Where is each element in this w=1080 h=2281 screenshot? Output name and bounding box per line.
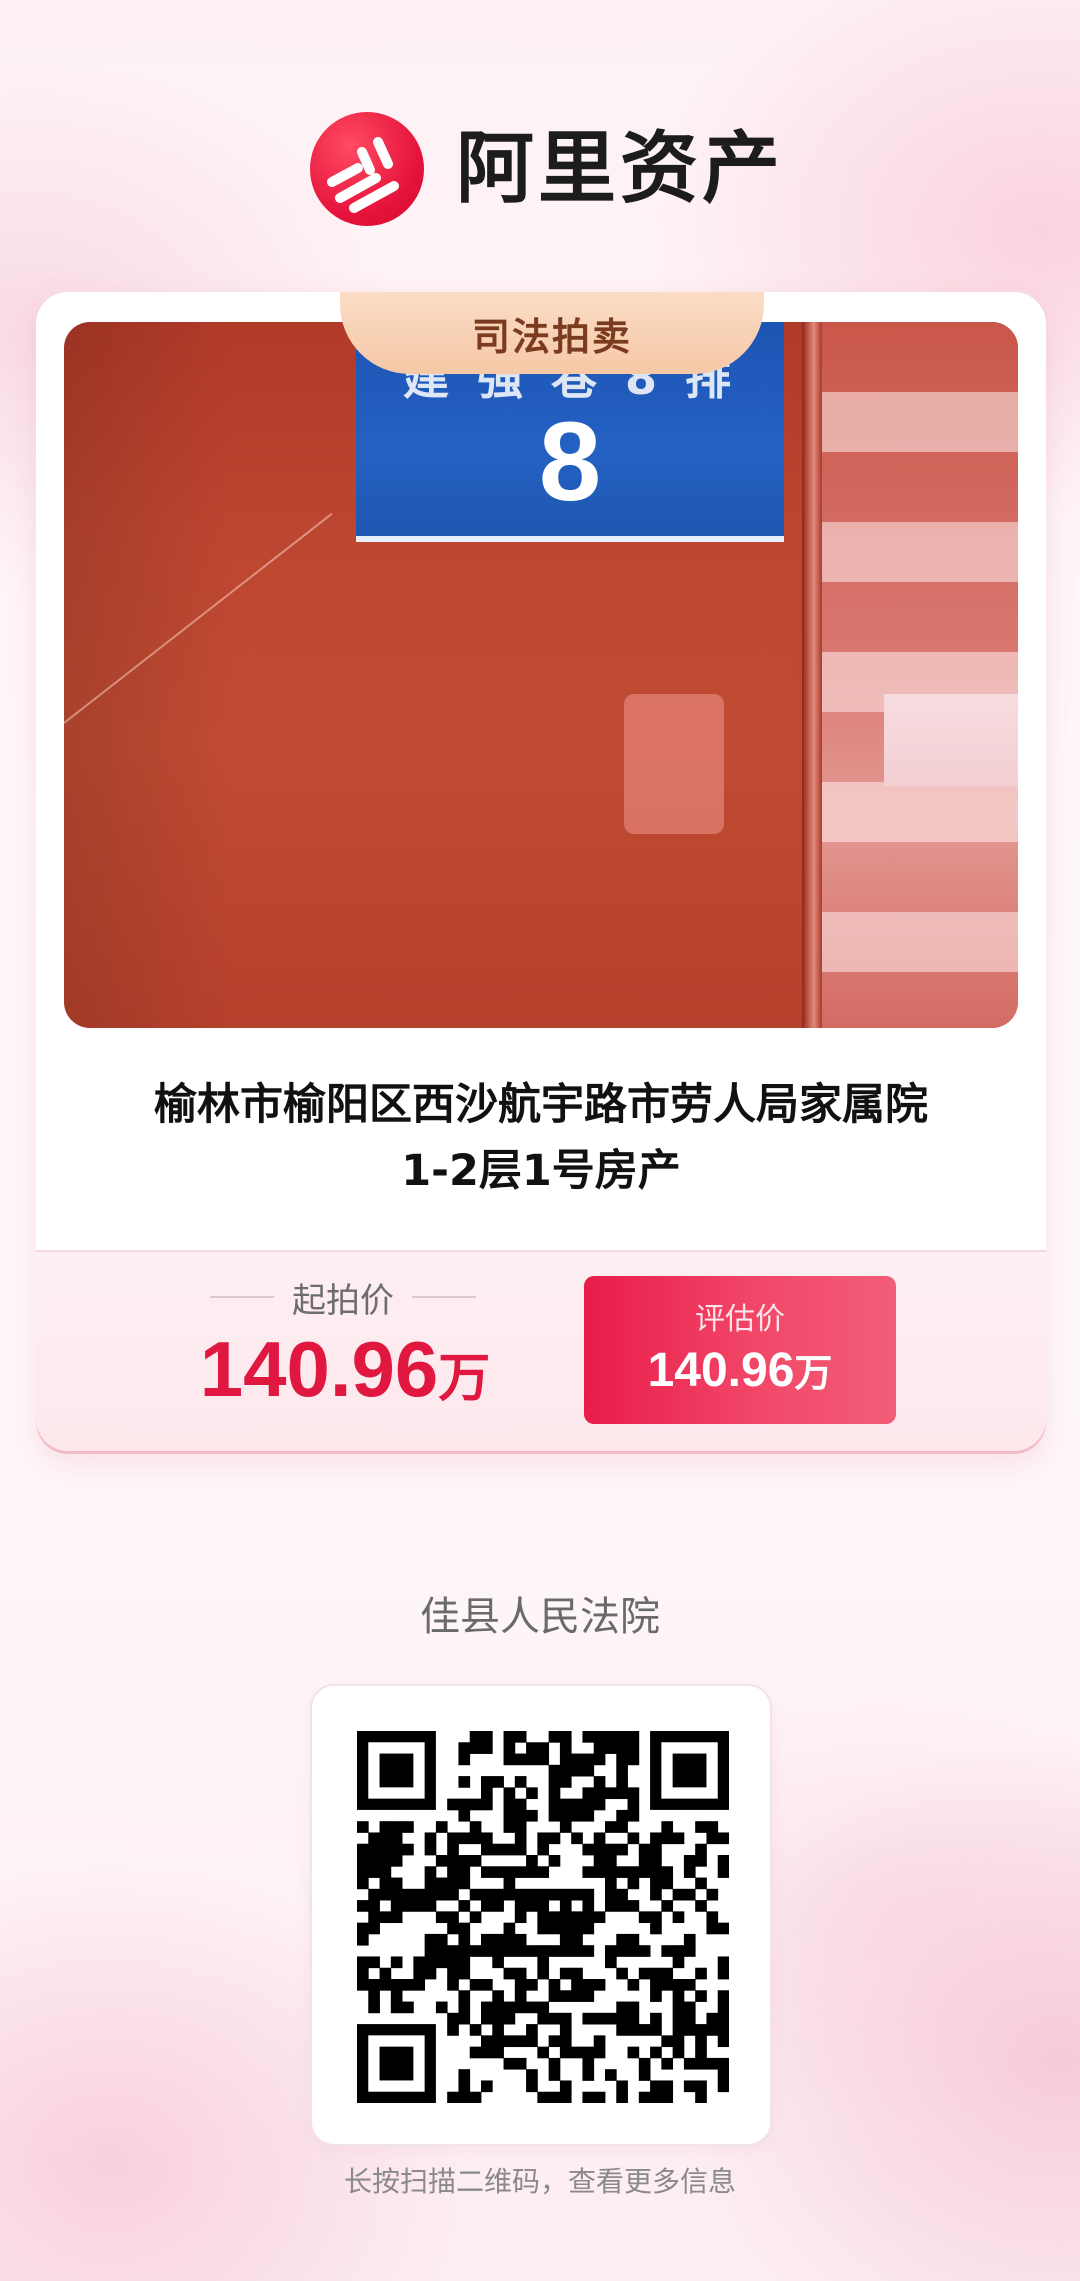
- appraisal-price-label: 评估价: [695, 1302, 785, 1337]
- auction-card[interactable]: 建 强 巷 8 排 8 司法拍卖 榆林市榆阳区西沙航宇路市劳人局家属院 1-2层…: [36, 292, 1046, 1454]
- appraisal-price-box: 评估价 140.96万: [584, 1276, 896, 1424]
- brand-name: 阿里资产: [456, 124, 785, 214]
- brand-logo: 阿里资产: [310, 112, 784, 226]
- court-name: 佳县人民法院: [420, 1594, 660, 1640]
- photo-right-wall: [816, 322, 1018, 1028]
- qr-code-card[interactable]: [310, 1684, 772, 2146]
- starting-price-unit: 万: [438, 1349, 491, 1409]
- appraisal-price-value: 140.96: [647, 1344, 795, 1397]
- appraisal-price: 140.96万: [584, 1342, 896, 1398]
- property-title-line1: 榆林市榆阳区西沙航宇路市劳人局家属院: [154, 1080, 928, 1130]
- ali-assets-logo-icon: [310, 112, 424, 226]
- address-plate-number: 8: [538, 399, 602, 524]
- qr-hint: 长按扫描二维码，查看更多信息: [343, 2165, 736, 2198]
- property-title-line2: 1-2层1号房产: [401, 1146, 681, 1196]
- judicial-auction-badge: 司法拍卖: [340, 292, 764, 374]
- property-photo[interactable]: 建 强 巷 8 排 8: [64, 322, 1018, 1028]
- starting-price-value: 140.96: [199, 1325, 439, 1413]
- photo-wall-patch: [624, 694, 724, 834]
- qr-code-icon[interactable]: [357, 1731, 729, 2103]
- appraisal-price-unit: 万: [794, 1351, 833, 1395]
- photo-streak: [64, 512, 333, 724]
- starting-price-label: 起拍价: [192, 1272, 494, 1322]
- price-panel: 起拍价 140.96万 评估价 140.96万: [36, 1250, 1046, 1454]
- photo-window: [884, 694, 1018, 786]
- starting-price: 140.96万: [160, 1324, 530, 1415]
- photo-wall-edge: [802, 322, 822, 1028]
- property-title: 榆林市榆阳区西沙航宇路市劳人局家属院 1-2层1号房产: [36, 1072, 1046, 1204]
